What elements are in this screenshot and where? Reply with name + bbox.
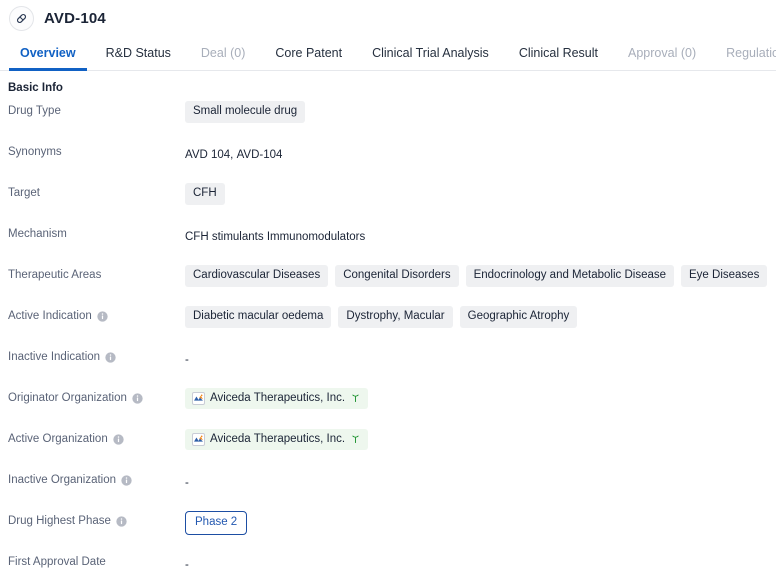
label-inactive-organization: Inactive Organization — [0, 467, 185, 486]
page-title: AVD-104 — [44, 10, 106, 27]
chip-therapeutic-area[interactable]: Eye Diseases — [681, 265, 767, 287]
label-text: Inactive Organization — [8, 474, 116, 486]
chip-organization[interactable]: Aviceda Therapeutics, Inc. — [185, 429, 368, 450]
row-originator-organization: Originator Organization Aviceda Therapeu… — [0, 385, 776, 426]
value-target: CFH — [185, 180, 776, 205]
label-originator-organization: Originator Organization — [0, 385, 185, 404]
label-drug-highest-phase: Drug Highest Phase — [0, 508, 185, 527]
chip-drug-type[interactable]: Small molecule drug — [185, 101, 305, 123]
tab-approval[interactable]: Approval (0) — [613, 36, 711, 70]
tab-clinical-trial-analysis[interactable]: Clinical Trial Analysis — [357, 36, 504, 70]
empty-value: - — [185, 350, 189, 366]
tab-clinical-result[interactable]: Clinical Result — [504, 36, 613, 70]
info-icon[interactable] — [121, 475, 132, 486]
value-originator-organization: Aviceda Therapeutics, Inc. — [185, 385, 776, 409]
label-synonyms: Synonyms — [0, 139, 185, 158]
label-text: Therapeutic Areas — [8, 269, 101, 281]
row-target: Target CFH — [0, 180, 776, 221]
sprout-icon — [350, 434, 361, 445]
label-text: Mechanism — [8, 228, 67, 240]
row-drug-highest-phase: Drug Highest Phase Phase 2 — [0, 508, 776, 549]
tab-rd-status[interactable]: R&D Status — [91, 36, 186, 70]
row-drug-type: Drug Type Small molecule drug — [0, 98, 776, 139]
row-active-indication: Active Indication Diabetic macular oedem… — [0, 303, 776, 344]
chip-therapeutic-area[interactable]: Congenital Disorders — [335, 265, 458, 287]
row-active-organization: Active Organization Aviceda Therapeutics… — [0, 426, 776, 467]
label-target: Target — [0, 180, 185, 199]
tab-regulation[interactable]: Regulation (0) — [711, 36, 776, 70]
status-badge-phase[interactable]: Phase 2 — [185, 511, 247, 535]
label-drug-type: Drug Type — [0, 98, 185, 117]
label-text: Drug Highest Phase — [8, 515, 111, 527]
empty-value: - — [185, 555, 189, 568]
organization-name: Aviceda Therapeutics, Inc. — [210, 391, 345, 405]
chip-active-indication[interactable]: Diabetic macular oedema — [185, 306, 331, 328]
label-text: Active Organization — [8, 433, 108, 445]
capsule-icon — [9, 6, 34, 31]
label-first-approval-date: First Approval Date — [0, 549, 185, 568]
label-active-organization: Active Organization — [0, 426, 185, 445]
row-first-approval-date: First Approval Date - — [0, 549, 776, 568]
row-therapeutic-areas: Therapeutic Areas Cardiovascular Disease… — [0, 262, 776, 303]
mechanism-1: CFH stimulants — [185, 231, 264, 243]
sprout-icon — [350, 393, 361, 404]
chip-active-indication[interactable]: Dystrophy, Macular — [338, 306, 452, 328]
info-icon[interactable] — [132, 393, 143, 404]
drug-header: AVD-104 — [0, 0, 776, 36]
value-active-indication: Diabetic macular oedema Dystrophy, Macul… — [185, 303, 776, 328]
info-icon[interactable] — [116, 516, 127, 527]
overview-panel: Basic Info Drug Type Small molecule drug… — [0, 71, 776, 568]
tab-overview[interactable]: Overview — [5, 36, 91, 70]
label-text: Originator Organization — [8, 392, 127, 404]
info-icon[interactable] — [105, 352, 116, 363]
synonym-1: AVD 104, — [185, 149, 233, 161]
row-synonyms: Synonyms AVD 104, AVD-104 — [0, 139, 776, 180]
chip-target[interactable]: CFH — [185, 183, 225, 205]
chip-active-indication[interactable]: Geographic Atrophy — [460, 306, 578, 328]
label-mechanism: Mechanism — [0, 221, 185, 240]
chip-therapeutic-area[interactable]: Cardiovascular Diseases — [185, 265, 328, 287]
label-text: Active Indication — [8, 310, 92, 322]
value-synonyms: AVD 104, AVD-104 — [185, 139, 776, 163]
empty-value: - — [185, 473, 189, 489]
mechanism-2: Immunomodulators — [267, 231, 365, 243]
label-text: First Approval Date — [8, 556, 106, 568]
section-title-basic-info: Basic Info — [0, 71, 776, 98]
organization-name: Aviceda Therapeutics, Inc. — [210, 432, 345, 446]
chip-organization[interactable]: Aviceda Therapeutics, Inc. — [185, 388, 368, 409]
tab-core-patent[interactable]: Core Patent — [260, 36, 357, 70]
label-therapeutic-areas: Therapeutic Areas — [0, 262, 185, 281]
label-text: Target — [8, 187, 40, 199]
value-first-approval-date: - — [185, 549, 776, 568]
label-text: Synonyms — [8, 146, 62, 158]
synonym-2: AVD-104 — [237, 149, 283, 161]
company-logo-icon — [192, 433, 205, 446]
info-icon[interactable] — [97, 311, 108, 322]
value-therapeutic-areas: Cardiovascular Diseases Congenital Disor… — [185, 262, 776, 287]
company-logo-icon — [192, 392, 205, 405]
value-drug-highest-phase: Phase 2 — [185, 508, 776, 535]
value-mechanism: CFH stimulants Immunomodulators — [185, 221, 776, 245]
info-icon[interactable] — [113, 434, 124, 445]
row-inactive-organization: Inactive Organization - — [0, 467, 776, 508]
row-inactive-indication: Inactive Indication - — [0, 344, 776, 385]
value-drug-type: Small molecule drug — [185, 98, 776, 123]
label-inactive-indication: Inactive Indication — [0, 344, 185, 363]
value-inactive-organization: - — [185, 467, 776, 491]
value-inactive-indication: - — [185, 344, 776, 368]
value-active-organization: Aviceda Therapeutics, Inc. — [185, 426, 776, 450]
label-text: Inactive Indication — [8, 351, 100, 363]
tab-bar: Overview R&D Status Deal (0) Core Patent… — [0, 36, 776, 71]
label-text: Drug Type — [8, 105, 61, 117]
chip-therapeutic-area[interactable]: Endocrinology and Metabolic Disease — [466, 265, 674, 287]
tab-deal[interactable]: Deal (0) — [186, 36, 260, 70]
row-mechanism: Mechanism CFH stimulants Immunomodulator… — [0, 221, 776, 262]
label-active-indication: Active Indication — [0, 303, 185, 322]
